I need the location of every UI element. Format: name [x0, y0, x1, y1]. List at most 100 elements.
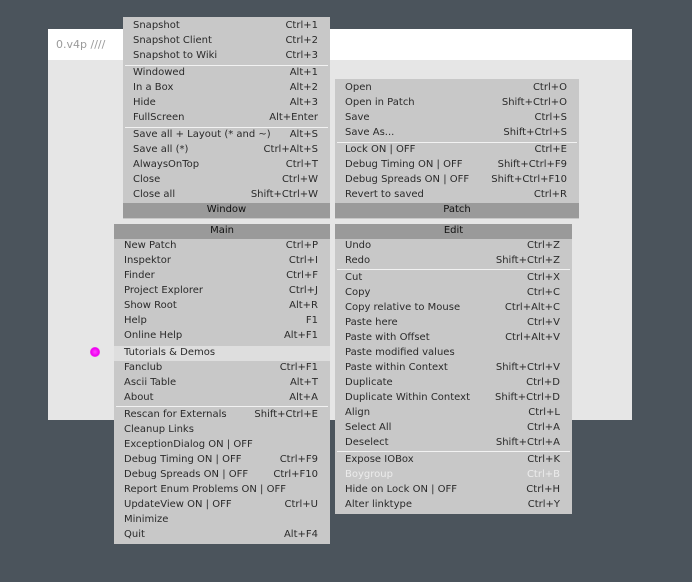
menu-item-snapshot[interactable]: Snapshot Ctrl+1 — [123, 19, 330, 34]
menu-item-save-as[interactable]: Save As... Shift+Ctrl+S — [335, 126, 579, 141]
menu-item-fanclub[interactable]: Fanclub Ctrl+F1 — [114, 361, 330, 376]
menu-item-shortcut: Ctrl+R — [533, 189, 567, 200]
menu-item-tutorials-demos[interactable]: Tutorials & Demos — [114, 346, 330, 361]
menu-item-cleanup-links[interactable]: Cleanup Links — [114, 423, 330, 438]
menu-item-shortcut: Ctrl+V — [526, 317, 560, 328]
menu-item-hide-on-lock[interactable]: Hide on Lock ON | OFF Ctrl+H — [335, 483, 572, 498]
menu-item-label: Revert to saved — [345, 189, 424, 200]
menu-item-about[interactable]: About Alt+A — [114, 391, 330, 406]
menu-item-fullscreen[interactable]: FullScreen Alt+Enter — [123, 111, 330, 126]
menu-item-finder[interactable]: Finder Ctrl+F — [114, 269, 330, 284]
menu-item-save-all[interactable]: Save all (*) Ctrl+Alt+S — [123, 143, 330, 158]
menu-item-ascii-table[interactable]: Ascii Table Alt+T — [114, 376, 330, 391]
menu-item-online-help[interactable]: Online Help Alt+F1 — [114, 329, 330, 344]
menu-item-paste-within-context[interactable]: Paste within Context Shift+Ctrl+V — [335, 361, 572, 376]
menu-item-shortcut: Shift+Ctrl+F10 — [491, 174, 567, 185]
menu-item-label: Minimize — [124, 514, 169, 525]
menu-item-update-view[interactable]: UpdateView ON | OFF Ctrl+U — [114, 498, 330, 513]
menu-item-debug-timing[interactable]: Debug Timing ON | OFF Ctrl+F9 — [114, 453, 330, 468]
menu-item-lock-toggle[interactable]: Lock ON | OFF Ctrl+E — [335, 143, 579, 158]
menu-item-duplicate-within-context[interactable]: Duplicate Within Context Shift+Ctrl+D — [335, 391, 572, 406]
menu-item-alter-linktype[interactable]: Alter linktype Ctrl+Y — [335, 498, 572, 513]
menu-item-shortcut: Ctrl+W — [281, 174, 318, 185]
menu-item-label: Close — [133, 174, 161, 185]
menu-item-shortcut: Ctrl+Alt+V — [505, 332, 560, 343]
menu-item-select-all[interactable]: Select All Ctrl+A — [335, 421, 572, 436]
menu-item-shortcut: Shift+Ctrl+E — [254, 409, 318, 420]
menu-item-copy-relative-to-mouse[interactable]: Copy relative to Mouse Ctrl+Alt+C — [335, 301, 572, 316]
menu-item-rescan-for-externals[interactable]: Rescan for Externals Shift+Ctrl+E — [114, 408, 330, 423]
menu-item-open-in-patch[interactable]: Open in Patch Shift+Ctrl+O — [335, 96, 579, 111]
menu-item-paste-here[interactable]: Paste here Ctrl+V — [335, 316, 572, 331]
menu-item-shortcut: Ctrl+O — [532, 82, 567, 93]
menu-item-minimize[interactable]: Minimize — [114, 513, 330, 528]
menu-item-shortcut: Shift+Ctrl+V — [495, 362, 560, 373]
menu-item-open[interactable]: Open Ctrl+O — [335, 81, 579, 96]
menu-item-shortcut: Alt+F1 — [283, 330, 318, 341]
menu-item-snapshot-to-wiki[interactable]: Snapshot to Wiki Ctrl+3 — [123, 49, 330, 64]
menu-item-redo[interactable]: Redo Shift+Ctrl+Z — [335, 254, 572, 269]
menu-item-debug-spreads[interactable]: Debug Spreads ON | OFF Ctrl+F10 — [114, 468, 330, 483]
menu-item-label: Deselect — [345, 437, 389, 448]
main-menu-title-text: Main — [210, 225, 234, 236]
menu-item-close[interactable]: Close Ctrl+W — [123, 173, 330, 188]
menu-item-report-enum-problems[interactable]: Report Enum Problems ON | OFF — [114, 483, 330, 498]
menu-item-shortcut: Ctrl+K — [527, 454, 560, 465]
menu-item-cut[interactable]: Cut Ctrl+X — [335, 271, 572, 286]
menu-item-label: Inspektor — [124, 255, 171, 266]
menu-item-shortcut: Ctrl+D — [526, 377, 560, 388]
menu-item-debug-timing[interactable]: Debug Timing ON | OFF Shift+Ctrl+F9 — [335, 158, 579, 173]
menu-item-label: Cleanup Links — [124, 424, 194, 435]
menu-item-label: Lock ON | OFF — [345, 144, 416, 155]
menu-item-label: UpdateView ON | OFF — [124, 499, 232, 510]
menu-item-windowed[interactable]: Windowed Alt+1 — [123, 66, 330, 81]
menu-item-always-on-top[interactable]: AlwaysOnTop Ctrl+T — [123, 158, 330, 173]
menu-item-label: Cut — [345, 272, 363, 283]
menu-item-shortcut: Ctrl+A — [526, 422, 560, 433]
menu-item-label: FullScreen — [133, 112, 185, 123]
menu-item-expose-iobox[interactable]: Expose IOBox Ctrl+K — [335, 453, 572, 468]
menu-item-shortcut: Ctrl+I — [288, 255, 318, 266]
menu-item-project-explorer[interactable]: Project Explorer Ctrl+J — [114, 284, 330, 299]
menu-item-shortcut: Shift+Ctrl+F9 — [497, 159, 567, 170]
menu-item-shortcut: Ctrl+Alt+C — [504, 302, 560, 313]
menu-item-shortcut: Alt+F4 — [283, 529, 318, 540]
menu-item-save[interactable]: Save Ctrl+S — [335, 111, 579, 126]
menu-item-save-all-layout[interactable]: Save all + Layout (* and ~) Alt+S — [123, 128, 330, 143]
menu-item-label: Copy relative to Mouse — [345, 302, 461, 313]
cursor-indicator-icon — [90, 347, 100, 357]
menu-item-label: Save — [345, 112, 370, 123]
menu-item-inspektor[interactable]: Inspektor Ctrl+I — [114, 254, 330, 269]
menu-item-deselect[interactable]: Deselect Shift+Ctrl+A — [335, 436, 572, 451]
window-menu-title: Window — [123, 203, 330, 218]
menu-item-debug-spreads[interactable]: Debug Spreads ON | OFF Shift+Ctrl+F10 — [335, 173, 579, 188]
menu-item-shortcut: Alt+A — [289, 392, 318, 403]
menu-item-quit[interactable]: Quit Alt+F4 — [114, 528, 330, 543]
menu-item-shortcut: Ctrl+B — [526, 469, 560, 480]
menu-item-label: New Patch — [124, 240, 177, 251]
menu-item-shortcut: Shift+Ctrl+W — [250, 189, 318, 200]
menu-item-show-root[interactable]: Show Root Alt+R — [114, 299, 330, 314]
menu-item-label: Project Explorer — [124, 285, 204, 296]
menu-item-copy[interactable]: Copy Ctrl+C — [335, 286, 572, 301]
menu-item-undo[interactable]: Undo Ctrl+Z — [335, 239, 572, 254]
menu-item-paste-with-offset[interactable]: Paste with Offset Ctrl+Alt+V — [335, 331, 572, 346]
window-menu-title-text: Window — [206, 204, 247, 215]
menu-item-duplicate[interactable]: Duplicate Ctrl+D — [335, 376, 572, 391]
menu-item-in-a-box[interactable]: In a Box Alt+2 — [123, 81, 330, 96]
menu-item-label: Snapshot to Wiki — [133, 50, 218, 61]
menu-item-snapshot-client[interactable]: Snapshot Client Ctrl+2 — [123, 34, 330, 49]
menu-item-label: Undo — [345, 240, 372, 251]
menu-item-hide[interactable]: Hide Alt+3 — [123, 96, 330, 111]
patch-menu: Open Ctrl+O Open in Patch Shift+Ctrl+O Sav… — [335, 79, 579, 219]
menu-item-help[interactable]: Help F1 — [114, 314, 330, 329]
menu-item-new-patch[interactable]: New Patch Ctrl+P — [114, 239, 330, 254]
menu-item-close-all[interactable]: Close all Shift+Ctrl+W — [123, 188, 330, 203]
menu-item-label: Report Enum Problems ON | OFF — [124, 484, 286, 495]
menu-item-align[interactable]: Align Ctrl+L — [335, 406, 572, 421]
menu-item-exception-dialog[interactable]: ExceptionDialog ON | OFF — [114, 438, 330, 453]
menu-item-label: Debug Timing ON | OFF — [124, 454, 242, 465]
menu-item-paste-modified-values[interactable]: Paste modified values — [335, 346, 572, 361]
menu-item-shortcut: Ctrl+F10 — [273, 469, 318, 480]
menu-item-revert-to-saved[interactable]: Revert to saved Ctrl+R — [335, 188, 579, 203]
